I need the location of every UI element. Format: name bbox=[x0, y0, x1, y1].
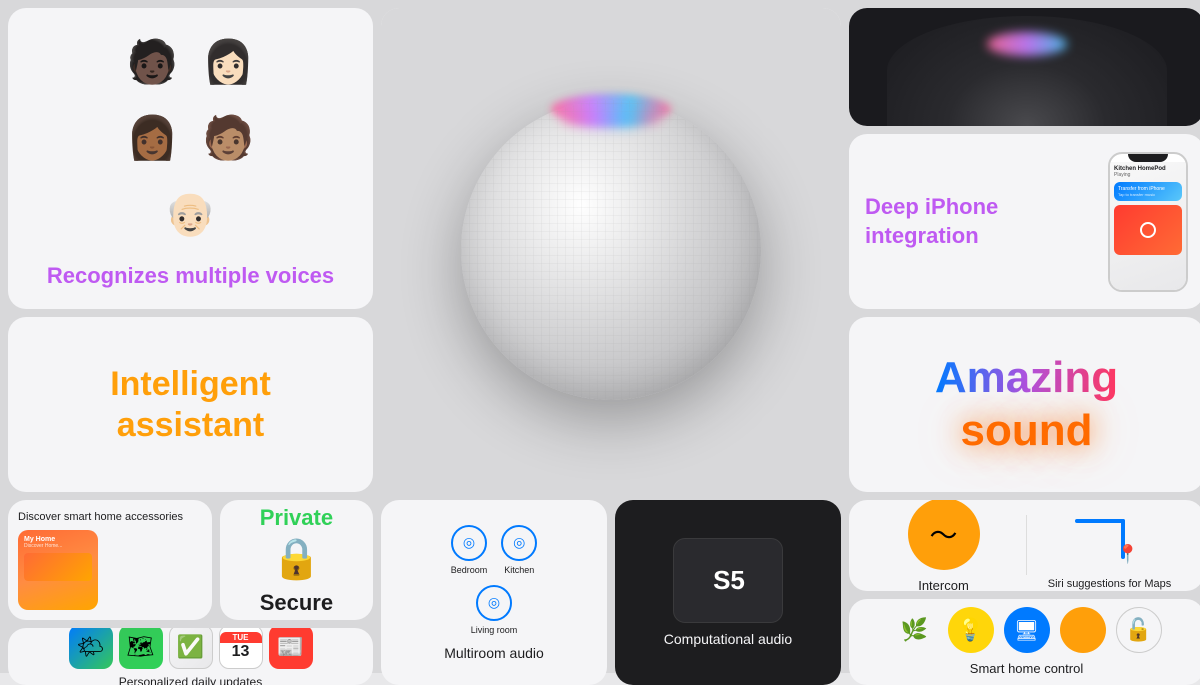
smart-home-control-label: Smart home control bbox=[970, 661, 1083, 676]
temp-item bbox=[1060, 607, 1106, 653]
multiroom-label: Multiroom audio bbox=[444, 645, 544, 661]
calendar-month: TUE bbox=[220, 632, 262, 643]
private-label: Private bbox=[260, 505, 333, 531]
smart-home-row: Discover smart home accessories My Home … bbox=[8, 500, 373, 620]
maps-section: 📍 Siri suggestions for Maps bbox=[1027, 500, 1192, 591]
calendar-app-icon: TUE 13 bbox=[219, 628, 263, 668]
sound-word: sound bbox=[935, 405, 1118, 458]
s5-logo: S5 bbox=[711, 565, 745, 596]
s5-chip: S5 bbox=[673, 538, 783, 623]
weather-app-icon: 🌤 bbox=[69, 628, 113, 668]
homepod-mesh bbox=[461, 100, 761, 400]
voices-label: Recognizes multiple voices bbox=[47, 263, 334, 289]
garden-icon: 🌿 bbox=[892, 607, 938, 653]
homepod-ring-glow bbox=[561, 108, 661, 128]
bedroom-label: Bedroom bbox=[451, 565, 488, 575]
memoji-2: 👩🏻 bbox=[194, 27, 264, 97]
temp-icon bbox=[1060, 607, 1106, 653]
intercom-section: 〜 Intercom bbox=[861, 500, 1026, 591]
home-app-mock: My Home Discover Home... bbox=[18, 530, 98, 610]
reminders-app-icon: ✅ bbox=[169, 628, 213, 668]
iphone-album-disc bbox=[1140, 222, 1156, 238]
memoji-grid: 🧑🏿 👩🏻 👩🏾 🧑🏽 👴🏻 bbox=[118, 27, 264, 249]
iphone-screen: Kitchen HomePod Playing Transfer from iP… bbox=[1110, 162, 1186, 290]
homepod-top-shape bbox=[887, 16, 1167, 126]
home-app-sub: Discover Home... bbox=[24, 543, 92, 549]
app-icons-row: 🌤 🗺 ✅ TUE 13 📰 bbox=[69, 628, 313, 668]
voices-card: 🧑🏿 👩🏻 👩🏾 🧑🏽 👴🏻 Recognizes multiple voice… bbox=[8, 8, 373, 309]
main-grid: 🧑🏿 👩🏻 👩🏾 🧑🏽 👴🏻 Recognizes multiple voice… bbox=[0, 0, 1200, 673]
computational-card: S5 Computational audio bbox=[615, 500, 841, 685]
multiroom-card: ◎ Bedroom ◎ Kitchen ◎ Living room Multir… bbox=[381, 500, 607, 685]
lock-icon: 🔓 bbox=[1116, 607, 1162, 653]
deep-iphone-card: Deep iPhone integration Kitchen HomePod … bbox=[849, 134, 1200, 309]
daily-updates-label: Personalized daily updates bbox=[119, 675, 262, 685]
home-app-screen: My Home Discover Home... bbox=[18, 530, 98, 610]
iphone-album-art bbox=[1114, 205, 1182, 255]
room-items: ◎ Bedroom ◎ Kitchen bbox=[451, 525, 538, 575]
memoji-1: 🧑🏿 bbox=[118, 27, 188, 97]
iphone-mockup: Kitchen HomePod Playing Transfer from iP… bbox=[1108, 152, 1188, 292]
living-room-item: ◎ Living room bbox=[471, 585, 518, 635]
multiroom-diagram: ◎ Bedroom ◎ Kitchen ◎ Living room bbox=[451, 525, 538, 635]
bedroom-circle: ◎ bbox=[451, 525, 487, 561]
discover-label: Discover smart home accessories bbox=[18, 510, 183, 524]
memoji-3: 👩🏾 bbox=[118, 103, 188, 173]
intercom-maps-card: 〜 Intercom 📍 Siri suggestions for Maps bbox=[849, 500, 1200, 591]
homepod-top-glow bbox=[987, 32, 1067, 56]
maps-app-icon: 🗺 bbox=[119, 628, 163, 668]
news-app-icon: 📰 bbox=[269, 628, 313, 668]
homepod-top-view-card bbox=[849, 8, 1200, 126]
iphone-transfer-banner: Transfer from iPhone Tap to transfer mus… bbox=[1114, 182, 1182, 201]
maps-diagram: 📍 bbox=[1075, 500, 1145, 569]
memoji-4: 🧑🏽 bbox=[194, 103, 264, 173]
bedroom-item: ◎ Bedroom bbox=[451, 525, 488, 575]
iphone-playing-sub: Playing bbox=[1114, 172, 1182, 178]
intercom-circle: 〜 bbox=[908, 500, 980, 570]
smart-home-control-card: 🌿 💡 🖥 🔓 Smart home control bbox=[849, 599, 1200, 685]
discover-smart-home-card: Discover smart home accessories My Home … bbox=[8, 500, 212, 620]
intercom-wave-icon: 〜 bbox=[929, 514, 957, 554]
home-app-banner bbox=[24, 553, 92, 581]
kitchen-label: Kitchen bbox=[504, 565, 534, 575]
computational-label: Computational audio bbox=[664, 631, 792, 647]
secure-label: Secure bbox=[260, 590, 333, 616]
deep-iphone-label: Deep iPhone integration bbox=[865, 193, 1092, 250]
maps-label: Siri suggestions for Maps bbox=[1048, 577, 1172, 590]
intelligent-assistant-card: Intelligent assistant bbox=[8, 317, 373, 492]
kitchen-circle: ◎ bbox=[501, 525, 537, 561]
amazing-word: Amazing bbox=[935, 352, 1118, 405]
home-app-title: My Home bbox=[24, 536, 92, 543]
homepod-center-card bbox=[381, 8, 841, 492]
living-room-circle: ◎ bbox=[476, 585, 512, 621]
bottom-center-container: ◎ Bedroom ◎ Kitchen ◎ Living room Multir… bbox=[381, 500, 841, 685]
calendar-day: 13 bbox=[232, 643, 250, 661]
amazing-sound-card: Amazing sound bbox=[849, 317, 1200, 492]
private-secure-card: Private 🔒 Secure bbox=[220, 500, 373, 620]
apple-lock-icon: 🔒 bbox=[272, 535, 322, 582]
intelligent-assistant-label: Intelligent assistant bbox=[32, 364, 349, 446]
homepod-sphere bbox=[461, 100, 761, 400]
maps-line-horizontal bbox=[1075, 519, 1125, 523]
maps-pin-icon: 📍 bbox=[1117, 544, 1139, 565]
intercom-label: Intercom bbox=[918, 578, 969, 591]
memoji-5: 👴🏻 bbox=[156, 179, 226, 249]
daily-updates-card: 🌤 🗺 ✅ TUE 13 📰 Personalized daily update… bbox=[8, 628, 373, 685]
iphone-notch bbox=[1128, 154, 1168, 162]
smart-icons-row: 🌿 💡 🖥 🔓 bbox=[892, 607, 1162, 653]
bottom-left-container: Discover smart home accessories My Home … bbox=[8, 500, 373, 685]
s5-text: S5 bbox=[713, 565, 745, 596]
bulb-icon: 💡 bbox=[948, 607, 994, 653]
amazing-sound-text: Amazing sound bbox=[935, 352, 1118, 458]
iphone-transfer-sub: Tap to transfer music bbox=[1118, 192, 1178, 197]
kitchen-item: ◎ Kitchen bbox=[501, 525, 537, 575]
living-room-label: Living room bbox=[471, 625, 518, 635]
tv-icon: 🖥 bbox=[1004, 607, 1050, 653]
bottom-right-container: 〜 Intercom 📍 Siri suggestions for Maps 🌿… bbox=[849, 500, 1200, 685]
